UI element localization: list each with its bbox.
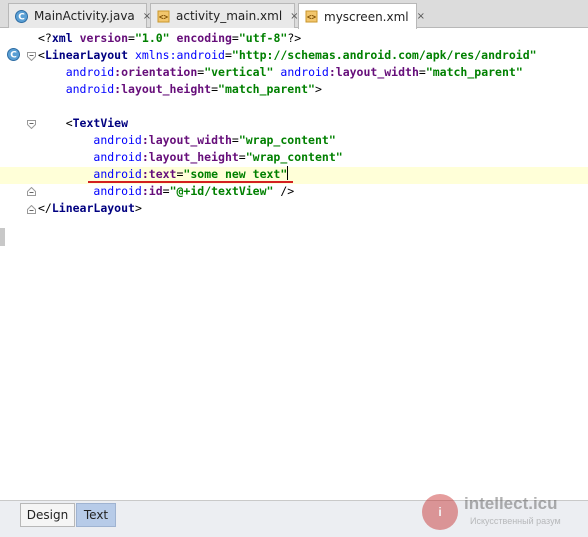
code-token: "wrap_content" bbox=[245, 150, 343, 164]
code-token: :layout_width bbox=[141, 133, 232, 147]
code-token: :orientation bbox=[114, 65, 198, 79]
editor-gutter bbox=[0, 28, 24, 500]
scroll-marker bbox=[0, 228, 5, 246]
code-token: :text bbox=[141, 167, 177, 181]
code-token: "vertical" bbox=[204, 65, 274, 79]
code-token: = bbox=[231, 31, 239, 45]
close-tab-icon[interactable]: × bbox=[417, 11, 425, 22]
code-token: "some new text" bbox=[183, 167, 288, 181]
code-token: LinearLayout bbox=[51, 201, 135, 215]
svg-text:<>: <> bbox=[159, 12, 169, 21]
tab-label: MainActivity.java bbox=[34, 9, 135, 23]
code-line[interactable]: android:layout_height="match_parent"> bbox=[38, 81, 322, 98]
code-token: "1.0" bbox=[134, 31, 170, 45]
code-token: /> bbox=[273, 184, 295, 198]
code-token: version bbox=[79, 31, 129, 45]
code-token: :layout_height bbox=[114, 82, 212, 96]
watermark-logo: i bbox=[422, 494, 458, 530]
svg-text:<>: <> bbox=[307, 13, 317, 22]
code-token: "utf-8" bbox=[238, 31, 288, 45]
fold-open-icon[interactable] bbox=[27, 120, 36, 129]
code-token: > bbox=[134, 201, 142, 215]
code-line[interactable]: android:id="@+id/textView" /> bbox=[38, 183, 294, 200]
svg-text:C: C bbox=[18, 12, 25, 22]
code-token: android bbox=[65, 82, 115, 96]
code-token: android bbox=[93, 184, 142, 198]
code-line[interactable]: <?xml version="1.0" encoding="utf-8"?> bbox=[38, 30, 301, 47]
code-line[interactable]: <LinearLayout xmlns:android="http://sche… bbox=[38, 47, 537, 64]
code-token: android bbox=[93, 133, 142, 147]
watermark-subtitle: Искусственный разум bbox=[470, 516, 561, 526]
watermark-name: intellect.icu bbox=[464, 494, 558, 513]
code-token: "match_parent" bbox=[218, 82, 315, 96]
code-token: "@+id/textView" bbox=[169, 184, 274, 198]
code-token: < bbox=[38, 48, 45, 62]
code-token: :layout_height bbox=[141, 150, 239, 164]
tab-label: activity_main.xml bbox=[176, 9, 283, 23]
svg-text:C: C bbox=[10, 51, 17, 61]
code-token: = bbox=[162, 184, 170, 198]
tab-mainactivity-java[interactable]: C MainActivity.java × bbox=[8, 3, 151, 28]
code-token: :layout_width bbox=[328, 65, 419, 79]
code-token: TextView bbox=[72, 116, 129, 130]
fold-open-icon[interactable] bbox=[27, 52, 36, 61]
xml-layout-icon: <> bbox=[157, 10, 170, 22]
tab-label: myscreen.xml bbox=[324, 9, 409, 24]
code-token: android bbox=[93, 167, 142, 181]
code-token: = bbox=[224, 48, 232, 62]
code-line[interactable]: android:layout_width="wrap_content" bbox=[38, 132, 336, 149]
watermark: i intellect.icu Искусственный разум bbox=[420, 492, 588, 537]
code-token: xmlns:android bbox=[134, 48, 225, 62]
code-token: = bbox=[211, 82, 219, 96]
java-class-icon: C bbox=[15, 9, 28, 23]
tab-design[interactable]: Design bbox=[20, 503, 75, 527]
code-token: "http://schemas.android.com/apk/res/andr… bbox=[231, 48, 537, 62]
watermark-badge: i bbox=[438, 505, 442, 519]
code-token: ?> bbox=[287, 31, 302, 45]
code-token: = bbox=[418, 65, 426, 79]
code-token: android bbox=[280, 65, 329, 79]
code-token: < bbox=[38, 116, 73, 130]
code-token: </ bbox=[38, 201, 52, 215]
code-line[interactable]: <TextView bbox=[38, 115, 128, 132]
code-token: :id bbox=[141, 184, 163, 198]
code-token: > bbox=[314, 82, 322, 96]
code-token: encoding bbox=[176, 31, 232, 45]
code-token: "match_parent" bbox=[425, 65, 523, 79]
code-line[interactable]: </LinearLayout> bbox=[38, 200, 142, 217]
code-token: <? bbox=[38, 31, 52, 45]
tab-activity-main-xml[interactable]: <> activity_main.xml × bbox=[150, 3, 299, 28]
fold-close-icon[interactable] bbox=[27, 205, 36, 214]
xml-layout-icon: <> bbox=[305, 10, 318, 23]
code-token: android bbox=[65, 65, 115, 79]
text-caret bbox=[287, 166, 289, 180]
error-underline bbox=[88, 181, 293, 183]
tab-myscreen-xml[interactable]: <> myscreen.xml × bbox=[298, 3, 425, 29]
editor-tab-bar: C MainActivity.java × <> activity_main.x… bbox=[0, 0, 588, 29]
code-line[interactable]: android:layout_height="wrap_content" bbox=[38, 149, 343, 166]
code-token: LinearLayout bbox=[44, 48, 135, 62]
code-token: "wrap_content" bbox=[238, 133, 336, 147]
code-token: android bbox=[93, 150, 142, 164]
code-token: = bbox=[238, 150, 246, 164]
code-token: = bbox=[128, 31, 135, 45]
code-token: = bbox=[231, 133, 239, 147]
code-line[interactable]: android:orientation="vertical" android:l… bbox=[38, 64, 523, 81]
code-token: xml bbox=[51, 31, 80, 45]
fold-close-icon[interactable] bbox=[27, 187, 36, 196]
tab-text[interactable]: Text bbox=[76, 503, 116, 527]
class-marker-icon: C bbox=[7, 48, 20, 61]
